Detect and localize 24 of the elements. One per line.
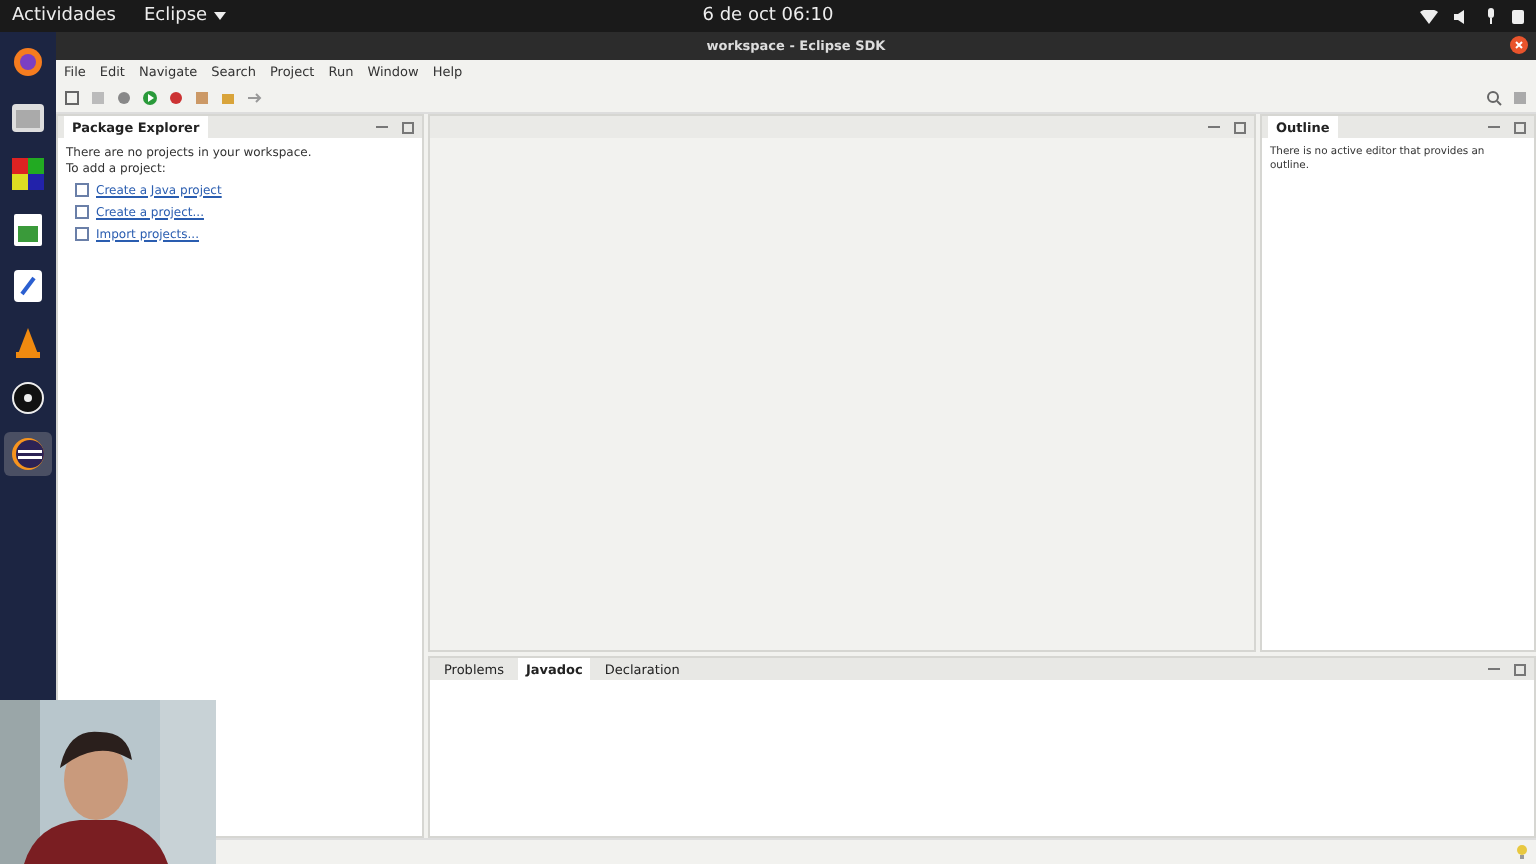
app-menu[interactable]: Eclipse [143,6,208,26]
pencil-icon[interactable] [14,270,42,302]
activities-button[interactable]: Actividades [12,6,116,26]
maximize-icon[interactable] [400,119,416,135]
maximize-icon[interactable] [1512,661,1528,677]
wifi-icon[interactable] [1420,9,1438,23]
cone-icon[interactable] [12,326,44,358]
spreadsheet-icon[interactable] [14,214,42,246]
lightbulb-icon[interactable] [1516,844,1528,860]
squares-icon[interactable] [12,158,44,190]
arrow-icon[interactable] [246,89,262,105]
window-icon[interactable] [74,204,90,220]
caret-icon[interactable] [213,12,226,20]
clock[interactable]: 6 de oct 06:10 [702,6,834,26]
maximize-icon[interactable] [1232,119,1248,135]
play-icon[interactable] [142,89,158,105]
search-icon[interactable] [1486,89,1502,105]
close-icon[interactable] [1510,36,1528,54]
window-icon[interactable] [64,89,80,105]
speaker-icon[interactable] [1454,9,1470,23]
maximize-icon[interactable] [1512,119,1528,135]
globe-icon[interactable] [12,46,44,78]
battery-icon[interactable] [1512,8,1524,24]
microphone-icon[interactable] [1486,8,1496,24]
